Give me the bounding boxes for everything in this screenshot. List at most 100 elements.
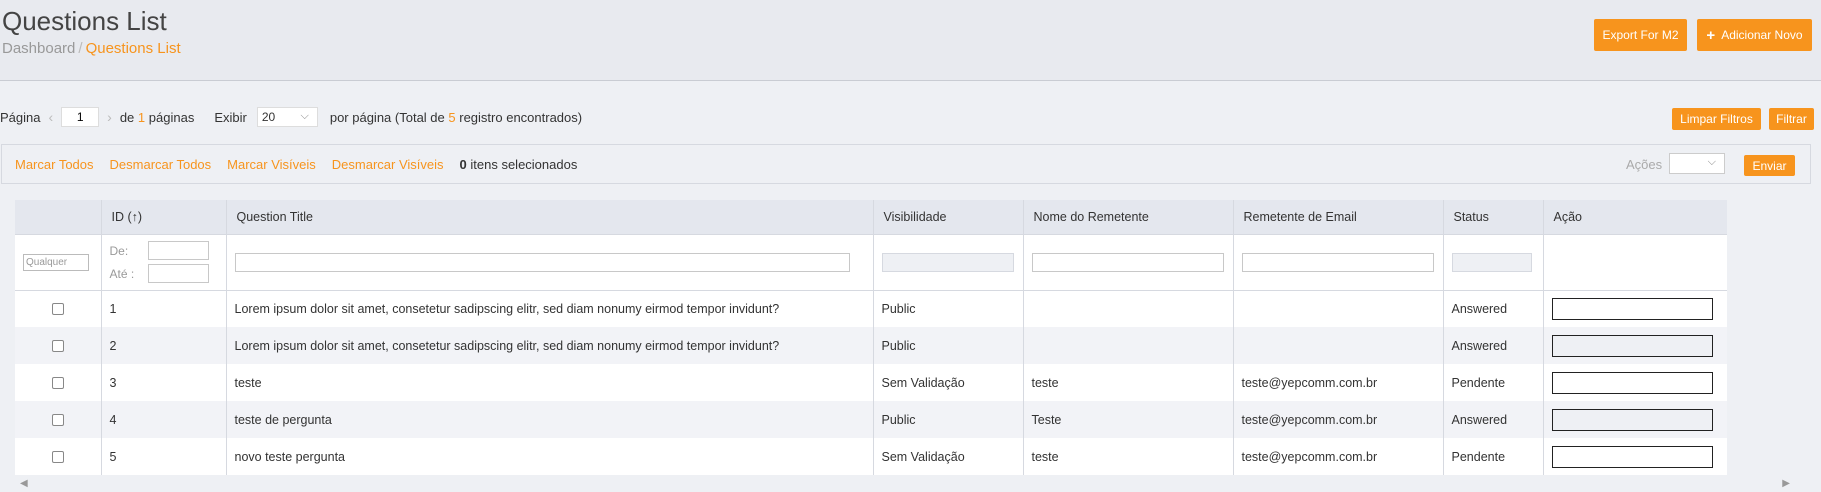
col-id[interactable]: ID (↑) — [100, 200, 226, 234]
show-label: Exibir — [214, 109, 247, 125]
chevron-left-icon[interactable]: ‹ — [48, 109, 53, 125]
clear-filters-button[interactable]: Limpar Filtros — [1672, 108, 1761, 130]
col-sender-email[interactable]: Remetente de Email — [1232, 200, 1443, 234]
row-email: teste@yepcomm.com.br — [1232, 438, 1443, 475]
question-title-filter[interactable] — [234, 252, 850, 272]
scroll-left-icon[interactable]: ◀ — [20, 478, 28, 489]
breadcrumb-separator: / — [78, 40, 83, 57]
row-action-select[interactable] — [1551, 334, 1713, 357]
row-sender: teste — [1022, 364, 1233, 401]
per-page-value: 20 — [261, 110, 276, 124]
per-page-select[interactable]: 20 ⌵ — [256, 107, 318, 127]
breadcrumb: Dashboard / Questions List — [2, 40, 181, 57]
row-sender — [1022, 327, 1233, 364]
horizontal-scrollbar[interactable]: ◀ ▶ — [15, 478, 1798, 491]
row-sender: Teste — [1022, 401, 1233, 438]
row-checkbox[interactable] — [51, 377, 64, 390]
row-status: Answered — [1442, 401, 1543, 438]
select-filter[interactable]: Qualquer — [23, 253, 89, 271]
table-row[interactable]: 3 teste Sem Validação teste teste@yepcom… — [15, 364, 1727, 401]
unselect-all-link[interactable]: Desmarcar Todos — [110, 157, 212, 172]
export-m2-button[interactable]: Export For M2 — [1594, 19, 1687, 51]
of-prefix: de — [119, 109, 135, 125]
row-id: 3 — [100, 364, 226, 401]
row-action-select[interactable] — [1551, 371, 1713, 394]
table-row[interactable]: 4 teste de pergunta Public Teste teste@y… — [15, 401, 1727, 438]
row-visibility: Sem Validação — [872, 364, 1023, 401]
col-question-title[interactable]: Question Title — [225, 200, 873, 234]
status-filter[interactable] — [1451, 252, 1532, 272]
row-status: Pendente — [1442, 438, 1543, 475]
col-visibility[interactable]: Visibilidade — [872, 200, 1023, 234]
col-select — [15, 200, 101, 234]
table-row[interactable]: 5 novo teste pergunta Sem Validação test… — [15, 438, 1727, 475]
grid-header-row: ID (↑) Question Title Visibilidade Nome … — [15, 200, 1727, 234]
row-title: Lorem ipsum dolor sit amet, consetetur s… — [225, 289, 873, 327]
of-suffix: páginas — [148, 109, 195, 125]
per-page-suffix: registro encontrados) — [459, 109, 583, 125]
row-email: teste@yepcomm.com.br — [1232, 364, 1443, 401]
actions-label: Ações — [1626, 157, 1663, 172]
row-checkbox[interactable] — [51, 303, 64, 316]
row-email — [1232, 327, 1443, 364]
row-checkbox[interactable] — [51, 340, 64, 353]
table-row[interactable]: 1 Lorem ipsum dolor sit amet, consetetur… — [15, 289, 1727, 327]
add-new-label: Adicionar Novo — [1721, 28, 1803, 42]
row-email — [1232, 289, 1443, 327]
page-title: Questions List — [2, 6, 167, 36]
selected-suffix: itens selecionados — [470, 157, 578, 172]
row-action-select[interactable] — [1551, 445, 1713, 468]
sender-name-filter[interactable] — [1031, 252, 1224, 272]
id-from-input[interactable] — [147, 241, 209, 260]
row-title: novo teste pergunta — [225, 438, 873, 475]
selected-count-text: 0 itens selecionados — [460, 157, 578, 172]
row-visibility: Public — [872, 289, 1023, 327]
row-id: 2 — [100, 327, 226, 364]
col-status[interactable]: Status — [1442, 200, 1543, 234]
select-all-link[interactable]: Marcar Todos — [15, 157, 94, 172]
id-to-input[interactable] — [147, 264, 209, 283]
row-action-select[interactable] — [1551, 297, 1713, 320]
scroll-right-icon[interactable]: ▶ — [1782, 478, 1790, 489]
per-page-prefix: por página (Total de — [329, 109, 445, 125]
row-visibility: Sem Validação — [872, 438, 1023, 475]
id-from-label: De: — [109, 243, 129, 258]
row-action-select[interactable] — [1551, 408, 1713, 431]
row-id: 5 — [100, 438, 226, 475]
selected-count: 0 — [459, 157, 467, 172]
col-sender-name[interactable]: Nome do Remetente — [1022, 200, 1233, 234]
row-title: teste de pergunta — [225, 401, 873, 438]
row-sender: teste — [1022, 438, 1233, 475]
questions-grid: ID (↑) Question Title Visibilidade Nome … — [15, 200, 1798, 475]
massaction-bar: Marcar Todos Desmarcar Todos Marcar Visí… — [1, 144, 1811, 184]
row-visibility: Public — [872, 401, 1023, 438]
actions-select[interactable]: ⌵ — [1669, 153, 1725, 174]
row-status: Answered — [1442, 289, 1543, 327]
filter-button[interactable]: Filtrar — [1769, 108, 1814, 130]
add-new-button[interactable]: + Adicionar Novo — [1697, 19, 1812, 51]
row-email: teste@yepcomm.com.br — [1232, 401, 1443, 438]
id-to-label: Até : — [109, 266, 135, 281]
chevron-down-icon: ⌵ — [1707, 156, 1716, 168]
select-visible-link[interactable]: Marcar Visíveis — [227, 157, 316, 172]
visibility-filter[interactable] — [881, 252, 1014, 272]
row-sender — [1022, 289, 1233, 327]
table-row[interactable]: 2 Lorem ipsum dolor sit amet, consetetur… — [15, 327, 1727, 364]
page-header: Questions List Dashboard / Questions List … — [0, 0, 1821, 81]
row-checkbox[interactable] — [51, 451, 64, 464]
pager: Página ‹ › de 1 páginas Exibir 20 ⌵ por … — [0, 107, 582, 127]
chevron-down-icon: ⌵ — [300, 110, 309, 122]
row-checkbox[interactable] — [51, 414, 64, 427]
page-number-input[interactable] — [61, 107, 100, 127]
unselect-visible-link[interactable]: Desmarcar Visíveis — [332, 157, 444, 172]
chevron-right-icon[interactable]: › — [107, 109, 112, 125]
row-id: 4 — [100, 401, 226, 438]
breadcrumb-home[interactable]: Dashboard — [2, 40, 75, 57]
sender-email-filter[interactable] — [1241, 252, 1434, 272]
row-title: Lorem ipsum dolor sit amet, consetetur s… — [225, 327, 873, 364]
submit-action-button[interactable]: Enviar — [1744, 155, 1795, 176]
plus-icon: + — [1706, 26, 1716, 44]
row-status: Pendente — [1442, 364, 1543, 401]
col-action: Ação — [1542, 200, 1727, 234]
action-filter-empty — [1542, 233, 1727, 290]
